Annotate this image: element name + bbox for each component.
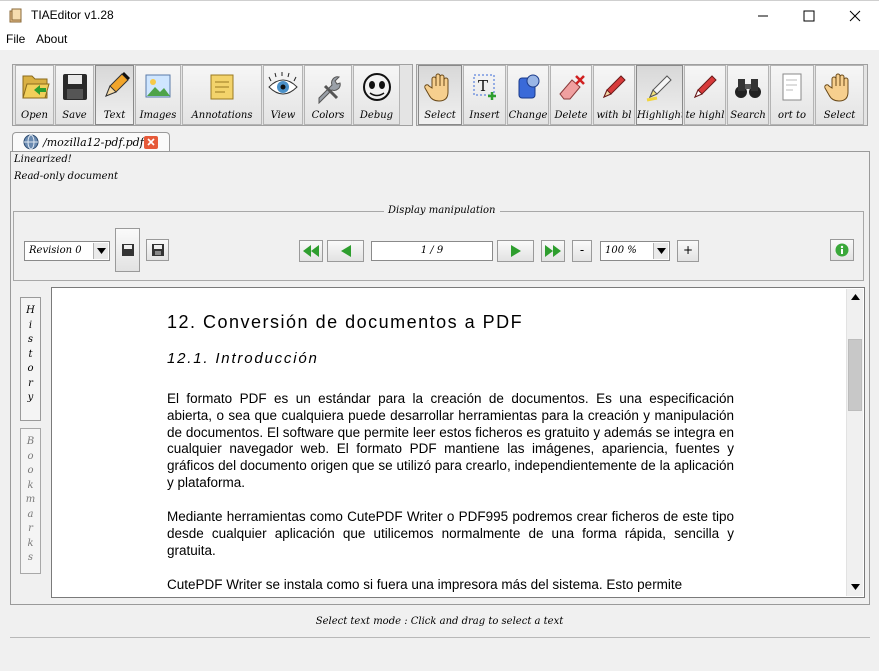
close-button[interactable] <box>832 1 878 31</box>
scroll-down-button[interactable] <box>848 579 863 594</box>
status-text: Select text mode : Click and drag to sel… <box>315 616 564 627</box>
save-revision-button[interactable] <box>115 228 140 272</box>
linearized-label: Linearized! <box>14 154 72 165</box>
zoom-out-button[interactable]: - <box>572 240 592 262</box>
export-icon <box>782 73 802 101</box>
export-button[interactable]: ort to <box>770 65 814 125</box>
minimize-button[interactable] <box>740 1 786 31</box>
last-page-button[interactable] <box>541 240 565 262</box>
panel-border-bottom <box>10 604 870 605</box>
document-viewer[interactable]: 12. Conversión de documentos a PDF 12.1.… <box>51 287 865 598</box>
images-button[interactable]: Images <box>135 65 181 125</box>
binoculars-icon <box>735 79 761 98</box>
floppy-disk-icon <box>151 244 164 256</box>
folder-open-icon <box>21 75 50 99</box>
delete-button[interactable]: Delete <box>550 65 592 125</box>
zoom-in-button[interactable]: + <box>677 240 699 262</box>
panel-border-top <box>10 151 870 152</box>
insert-button[interactable]: T Insert <box>463 65 506 125</box>
annotations-button[interactable]: Annotations <box>182 65 262 125</box>
search-button[interactable]: Search <box>727 65 769 125</box>
hand-icon <box>424 73 449 102</box>
highlighter-icon <box>646 75 672 102</box>
menu-bar: File About <box>0 30 879 50</box>
menu-file[interactable]: File <box>6 32 25 46</box>
bug-icon <box>362 73 391 101</box>
eye-icon <box>268 72 298 95</box>
text-button[interactable]: Text <box>95 65 134 125</box>
chevron-down-icon <box>97 248 106 254</box>
change-button[interactable]: Change <box>507 65 549 125</box>
svg-text:T: T <box>478 77 488 95</box>
remove-highlight-button[interactable]: te highl <box>684 65 726 125</box>
image-icon <box>145 74 171 98</box>
history-tab[interactable]: H i s t o r y <box>20 297 41 421</box>
wrench-icon <box>318 76 341 104</box>
first-page-icon <box>303 245 319 257</box>
app-icon <box>9 8 22 23</box>
document-tab-label: /mozilla12-pdf.pdf <box>43 136 144 149</box>
panel-border-right <box>869 151 870 605</box>
display-manipulation-legend: Display manipulation <box>384 205 500 216</box>
eraser-icon <box>559 75 585 100</box>
marker-erase-icon <box>694 75 717 98</box>
title-bar: TIAEditor v1.28 <box>0 0 879 30</box>
document-paragraph: CutePDF Writer se instala como si fuera … <box>167 577 683 592</box>
floppy-disk-icon <box>62 74 87 100</box>
minimize-icon <box>758 15 768 17</box>
pencil-icon <box>104 72 130 97</box>
change-icon <box>518 74 540 99</box>
chevron-down-icon <box>657 248 666 254</box>
sticky-note-icon <box>210 74 234 100</box>
next-page-button[interactable] <box>497 240 534 262</box>
tab-close-button[interactable] <box>144 136 158 149</box>
toolbar: Open Save Text Images Annotations View C… <box>0 50 879 128</box>
hand-icon <box>823 73 848 102</box>
with-bl-button[interactable]: with bl <box>593 65 635 125</box>
revision-select[interactable]: Revision 0 <box>24 241 110 261</box>
scroll-up-button[interactable] <box>848 290 863 305</box>
last-page-icon <box>545 245 561 257</box>
info-icon <box>835 243 849 257</box>
help-button[interactable] <box>830 239 854 261</box>
page-number-field[interactable]: 1 / 9 <box>371 241 493 261</box>
chevron-down-icon <box>851 584 860 590</box>
maximize-button[interactable] <box>786 1 832 31</box>
text-insert-icon: T <box>473 74 496 100</box>
previous-page-button[interactable] <box>327 240 364 262</box>
open-button[interactable]: Open <box>15 65 54 125</box>
previous-page-icon <box>340 245 351 257</box>
globe-icon <box>23 134 39 150</box>
readonly-label: Read-only document <box>14 171 118 182</box>
document-subheading: 12.1. Introducción <box>167 350 319 367</box>
view-button[interactable]: View <box>263 65 303 125</box>
panel-border-left <box>10 151 11 605</box>
bookmarks-tab[interactable]: B o o k m a r k s <box>20 428 41 574</box>
save-as-button[interactable] <box>146 239 169 261</box>
close-icon <box>147 138 155 146</box>
close-icon <box>849 10 861 22</box>
save-button[interactable]: Save <box>55 65 94 125</box>
select-button-2[interactable]: Select <box>815 65 864 125</box>
vertical-scrollbar[interactable] <box>846 289 863 596</box>
chevron-up-icon <box>851 294 860 300</box>
select-tool-button[interactable]: Select <box>418 65 462 125</box>
marker-icon <box>603 75 626 98</box>
document-heading: 12. Conversión de documentos a PDF <box>167 312 524 332</box>
floppy-disk-icon <box>121 244 134 256</box>
maximize-icon <box>803 10 815 22</box>
zoom-select[interactable]: 100 % <box>600 241 670 261</box>
window-title: TIAEditor v1.28 <box>31 8 114 22</box>
document-paragraph: Mediante herramientas como CutePDF Write… <box>167 509 734 558</box>
colors-button[interactable]: Colors <box>304 65 352 125</box>
document-paragraph: El formato PDF es un estándar para la cr… <box>167 391 734 490</box>
highlight-button[interactable]: Highlight <box>636 65 683 125</box>
document-tab[interactable]: /mozilla12-pdf.pdf <box>12 132 170 152</box>
scrollbar-thumb[interactable] <box>848 339 862 411</box>
status-divider <box>10 637 870 638</box>
first-page-button[interactable] <box>299 240 323 262</box>
menu-about[interactable]: About <box>36 32 67 46</box>
debug-button[interactable]: Debug <box>353 65 400 125</box>
next-page-icon <box>510 245 521 257</box>
